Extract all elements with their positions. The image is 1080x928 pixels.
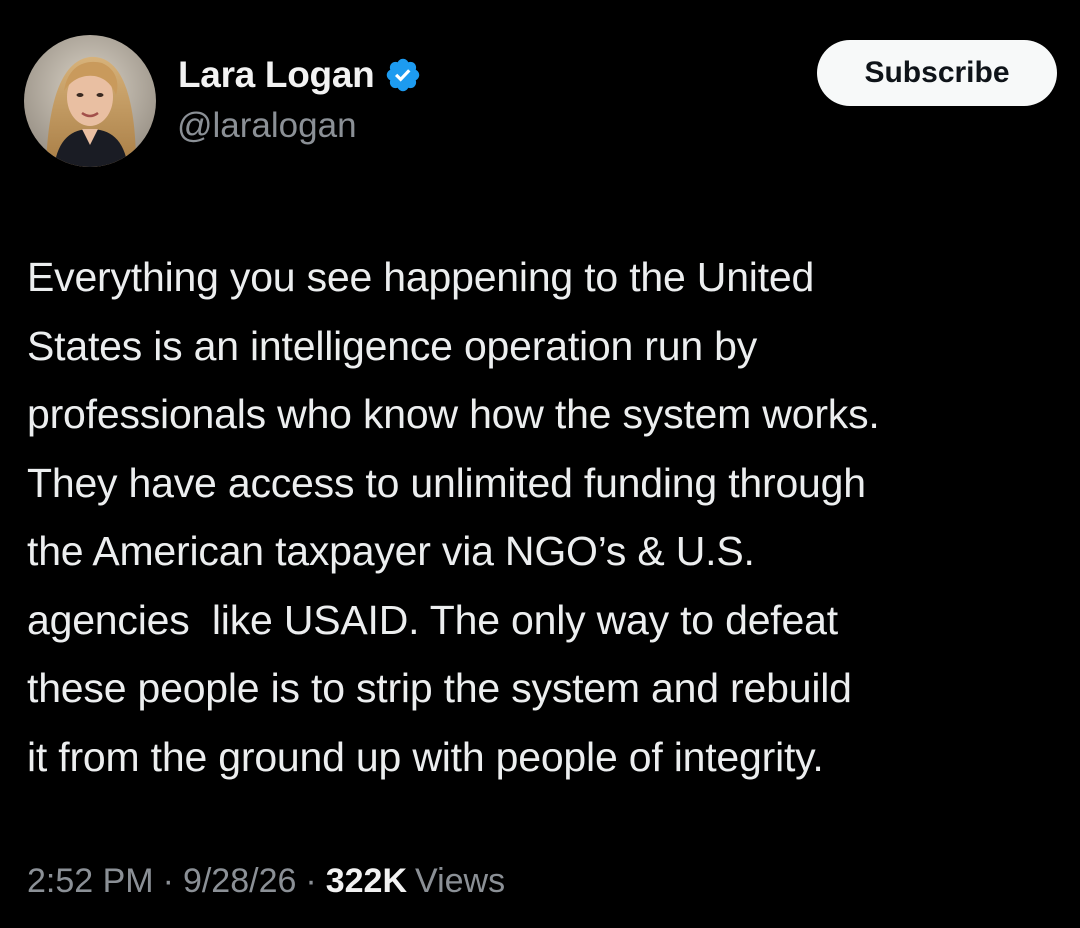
avatar-image xyxy=(24,35,156,167)
tweet-text-line: agencies like USAID. The only way to def… xyxy=(27,596,838,643)
author-row: Lara Logan xyxy=(178,52,422,98)
separator-dot: · xyxy=(162,862,174,900)
display-name[interactable]: Lara Logan xyxy=(178,54,375,96)
subscribe-button[interactable]: Subscribe xyxy=(817,40,1057,106)
views-label: Views xyxy=(415,862,506,900)
tweet-time[interactable]: 2:52 PM xyxy=(27,862,154,901)
tweet-text-line: it from the ground up with people of int… xyxy=(27,733,824,780)
tweet-text-line: States is an intelligence operation run … xyxy=(27,322,758,369)
tweet-text-line: Everything you see happening to the Unit… xyxy=(27,254,815,300)
verified-badge-icon[interactable] xyxy=(384,56,422,94)
tweet-metadata: 2:52 PM · 9/28/26 · 322K Views xyxy=(27,862,505,901)
tweet-date[interactable]: 9/28/26 xyxy=(183,862,296,901)
avatar[interactable] xyxy=(24,35,156,167)
tweet-text-line: the American taxpayer via NGO’s & U.S. xyxy=(27,528,755,574)
views-count[interactable]: 322K xyxy=(326,862,407,901)
user-handle[interactable]: @laralogan xyxy=(177,106,357,146)
tweet-text-line: They have access to unlimited funding th… xyxy=(27,459,866,506)
tweet-text-line: these people is to strip the system and … xyxy=(27,665,852,711)
tweet-text-line: professionals who know how the system wo… xyxy=(27,391,880,437)
tweet-text: Everything you see happening to the Unit… xyxy=(27,243,1077,791)
tweet-card: Lara Logan @laralogan Subscribe Everythi… xyxy=(0,0,1080,928)
separator-dot: · xyxy=(305,862,317,900)
